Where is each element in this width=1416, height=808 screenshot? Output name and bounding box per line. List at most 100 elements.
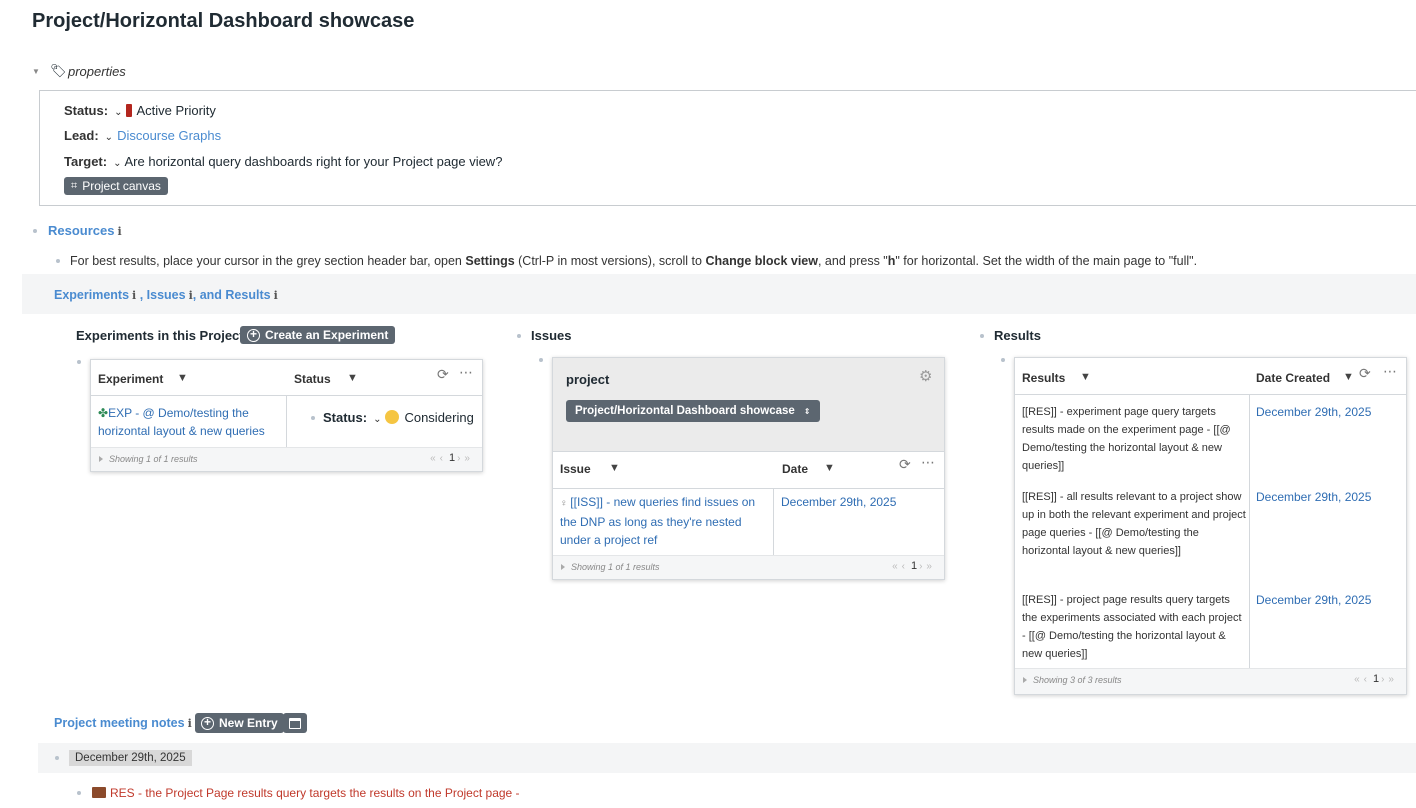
more-options-icon[interactable]: ⋯ bbox=[921, 454, 935, 471]
refresh-icon[interactable]: ⟳ bbox=[1359, 365, 1371, 382]
divider bbox=[553, 488, 944, 489]
pagination[interactable]: «‹ 1 ›» bbox=[430, 452, 474, 464]
experiment-link[interactable]: EXP - @ Demo/testing the horizontal layo… bbox=[98, 406, 265, 438]
bullet[interactable] bbox=[1001, 358, 1005, 362]
collapse-caret-icon[interactable]: ▼ bbox=[32, 67, 40, 76]
plus-circle-icon: + bbox=[247, 328, 260, 342]
result-date[interactable]: December 29th, 2025 bbox=[1256, 488, 1371, 506]
bulb-icon: ♀ bbox=[560, 498, 571, 509]
result-cell[interactable]: [[RES]] - experiment page query targets … bbox=[1022, 403, 1246, 475]
new-entry-button[interactable]: + New Entry bbox=[195, 713, 284, 733]
experiments-title: Experiments in this Project bbox=[76, 328, 244, 343]
status-label: Status: bbox=[64, 103, 109, 118]
info-icon[interactable]: i bbox=[274, 289, 278, 302]
status-value[interactable]: Active Priority bbox=[136, 103, 215, 118]
result-cell[interactable]: [[RES]] - project page results query tar… bbox=[1022, 591, 1246, 663]
chevron-down-icon[interactable]: ⌄ bbox=[373, 411, 381, 429]
more-options-icon[interactable]: ⋯ bbox=[459, 364, 473, 381]
chevron-down-icon[interactable]: ⌄ bbox=[105, 132, 113, 143]
issues-link[interactable]: Issues bbox=[147, 288, 186, 302]
calendar-button[interactable] bbox=[283, 713, 307, 733]
filter-icon[interactable]: ▼ bbox=[1080, 371, 1091, 383]
results-count: Showing 3 of 3 results bbox=[1033, 675, 1122, 685]
column-header-experiment[interactable]: Experiment bbox=[98, 372, 163, 386]
filter-icon[interactable]: ▼ bbox=[824, 462, 835, 474]
target-value[interactable]: Are horizontal query dashboards right fo… bbox=[125, 154, 503, 169]
query-panel-title: project bbox=[566, 372, 610, 387]
experiment-cell[interactable]: ✤EXP - @ Demo/testing the horizontal lay… bbox=[98, 404, 278, 440]
bullet[interactable] bbox=[77, 360, 81, 364]
info-icon[interactable]: i bbox=[188, 717, 192, 730]
refresh-icon[interactable]: ⟳ bbox=[899, 456, 911, 473]
status-label: Status: bbox=[323, 410, 368, 425]
filter-icon[interactable]: ▼ bbox=[609, 462, 620, 474]
filter-icon[interactable]: ▼ bbox=[1343, 371, 1354, 383]
more-options-icon[interactable]: ⋯ bbox=[1383, 363, 1397, 380]
page-number: 1 bbox=[910, 560, 918, 572]
pagination[interactable]: «‹ 1 ›» bbox=[1354, 673, 1398, 685]
results-count: Showing 1 of 1 results bbox=[109, 454, 198, 464]
bullet[interactable] bbox=[517, 334, 521, 338]
issue-cell[interactable]: ♀ [[ISS]] - new queries find issues on t… bbox=[560, 493, 770, 549]
issue-link[interactable]: [[ISS]] - new queries find issues on the… bbox=[560, 495, 755, 547]
chevron-down-icon[interactable]: ⌄ bbox=[113, 158, 121, 169]
project-select-value: Project/Horizontal Dashboard showcase bbox=[575, 405, 795, 417]
column-header-status[interactable]: Status bbox=[294, 372, 331, 386]
expand-caret-icon[interactable] bbox=[99, 456, 103, 462]
project-canvas-button[interactable]: ⌗ Project canvas bbox=[64, 177, 168, 195]
project-select[interactable]: Project/Horizontal Dashboard showcase ⇕ bbox=[566, 400, 820, 422]
new-entry-label: New Entry bbox=[219, 716, 278, 730]
expand-caret-icon[interactable] bbox=[1023, 677, 1027, 683]
refresh-icon[interactable]: ⟳ bbox=[437, 366, 449, 383]
result-date[interactable]: December 29th, 2025 bbox=[1256, 591, 1371, 609]
divider bbox=[286, 395, 287, 447]
status-value[interactable]: Considering bbox=[404, 410, 473, 425]
column-header-issue[interactable]: Issue bbox=[560, 462, 591, 476]
filter-icon[interactable]: ▼ bbox=[347, 372, 358, 384]
project-canvas-label: Project canvas bbox=[82, 179, 161, 193]
bullet[interactable] bbox=[55, 756, 59, 760]
res-link[interactable]: RES - the Project Page results query tar… bbox=[110, 786, 520, 800]
issue-date[interactable]: December 29th, 2025 bbox=[781, 493, 896, 511]
meeting-notes-link[interactable]: Project meeting notes bbox=[54, 716, 185, 730]
status-cell: Status: ⌄ Considering bbox=[323, 409, 474, 429]
canvas-icon: ⌗ bbox=[71, 179, 78, 192]
divider bbox=[773, 488, 774, 555]
separator: , bbox=[192, 288, 200, 302]
and-results-link[interactable]: and Results bbox=[200, 288, 271, 302]
bullet[interactable] bbox=[980, 334, 984, 338]
chevron-down-icon[interactable]: ⌄ bbox=[114, 107, 122, 118]
bullet[interactable] bbox=[33, 229, 37, 233]
tip-text: For best results, place your cursor in t… bbox=[70, 254, 466, 268]
lead-label: Lead: bbox=[64, 128, 99, 143]
target-row: Target: ⌄ Are horizontal query dashboards … bbox=[64, 154, 502, 169]
thinking-face-icon bbox=[385, 410, 400, 424]
bullet[interactable] bbox=[311, 416, 315, 420]
column-header-results[interactable]: Results bbox=[1022, 371, 1065, 385]
filter-icon[interactable]: ▼ bbox=[177, 372, 188, 384]
gear-icon[interactable]: ⚙ bbox=[919, 367, 932, 385]
resources-heading: Resources i bbox=[48, 223, 122, 238]
info-icon[interactable]: i bbox=[117, 225, 121, 238]
pagination[interactable]: «‹ 1 ›» bbox=[892, 560, 936, 572]
column-header-date[interactable]: Date bbox=[782, 462, 808, 476]
results-title: Results bbox=[994, 328, 1041, 343]
result-cell[interactable]: [[RES]] - all results relevant to a proj… bbox=[1022, 488, 1246, 560]
bullet[interactable] bbox=[539, 358, 543, 362]
page-title: Project/Horizontal Dashboard showcase bbox=[32, 10, 415, 32]
result-date[interactable]: December 29th, 2025 bbox=[1256, 403, 1371, 421]
section-header: Experiments i , Issues i, and Results i bbox=[54, 288, 278, 302]
lead-link[interactable]: Discourse Graphs bbox=[117, 128, 221, 143]
updown-caret-icon: ⇕ bbox=[803, 406, 811, 416]
properties-label[interactable]: properties bbox=[68, 64, 126, 79]
date-tag[interactable]: December 29th, 2025 bbox=[69, 750, 192, 766]
create-experiment-button[interactable]: + Create an Experiment bbox=[240, 326, 396, 344]
experiments-link[interactable]: Experiments bbox=[54, 288, 129, 302]
column-header-date-created[interactable]: Date Created bbox=[1256, 371, 1330, 385]
resources-link[interactable]: Resources bbox=[48, 223, 114, 238]
bullet[interactable] bbox=[56, 259, 60, 263]
tag-icon: 🏷 bbox=[50, 63, 67, 78]
bullet[interactable] bbox=[77, 791, 81, 795]
issues-query-panel: project ⚙ Project/Horizontal Dashboard s… bbox=[552, 357, 945, 580]
expand-caret-icon[interactable] bbox=[561, 564, 565, 570]
